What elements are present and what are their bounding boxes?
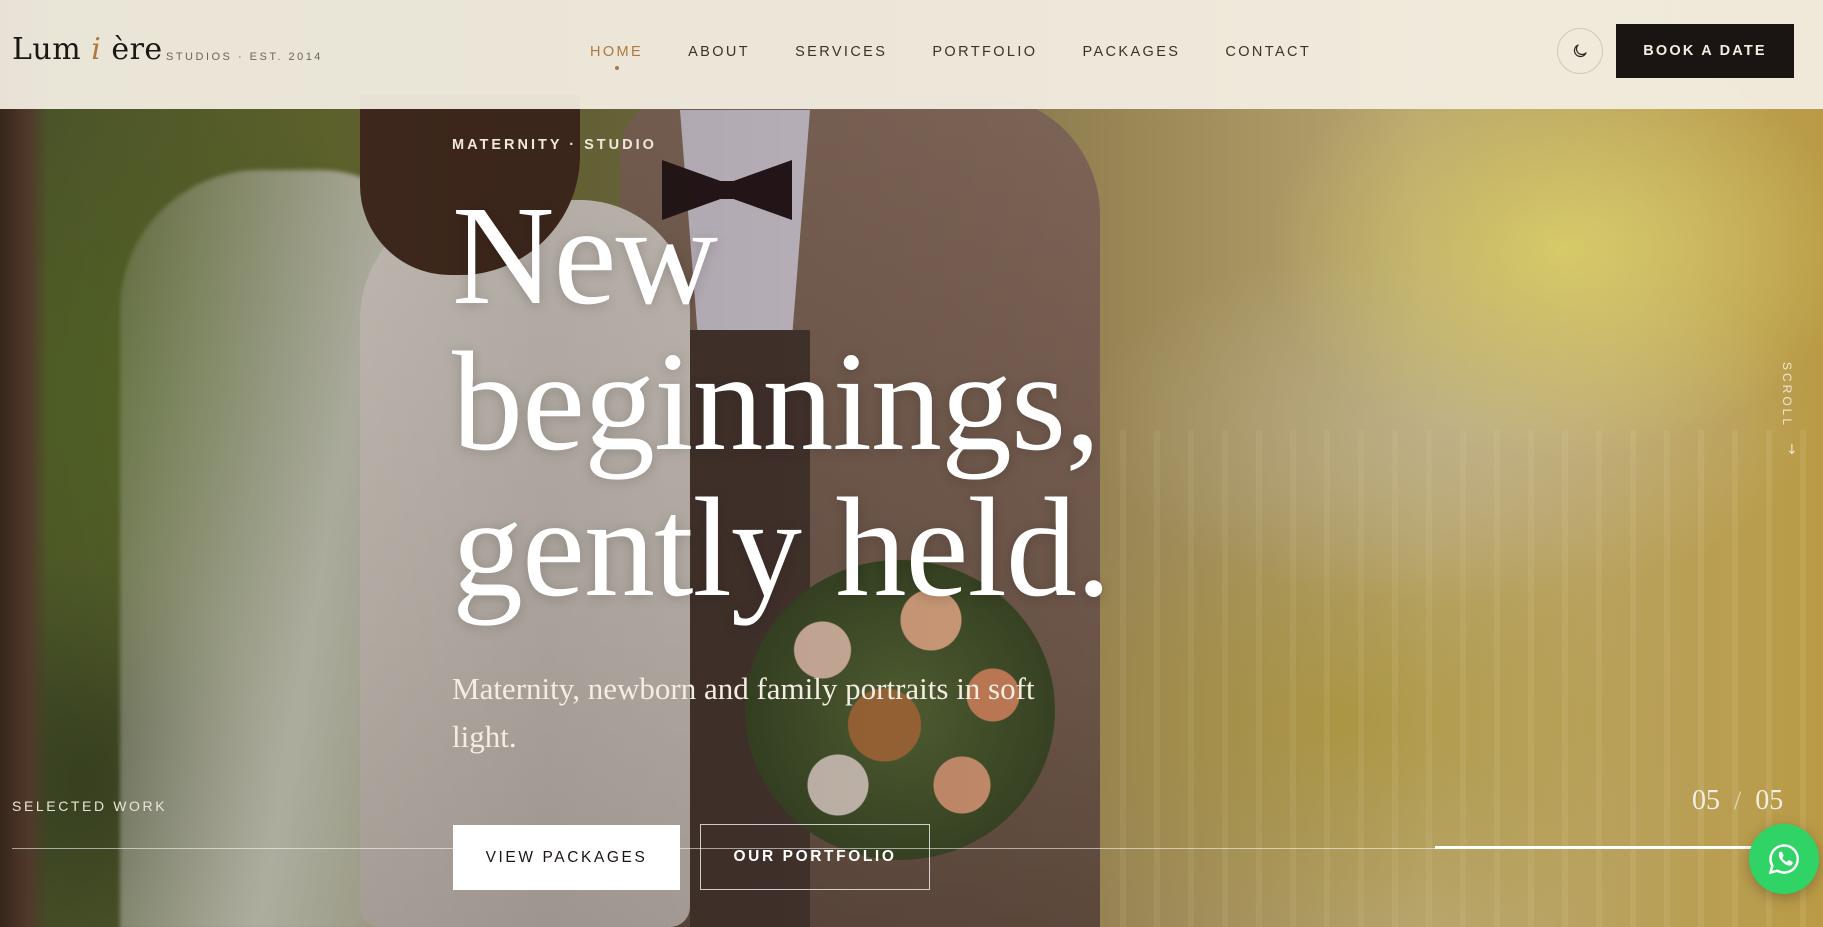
nav-item-home[interactable]: HOME: [590, 44, 643, 60]
view-packages-button[interactable]: VIEW PACKAGES: [453, 825, 680, 890]
headline-line-1: New: [452, 176, 718, 334]
whatsapp-button[interactable]: [1749, 824, 1819, 894]
slide-total: 05: [1755, 785, 1784, 816]
headline-line-2: beginnings,: [452, 322, 1101, 480]
logo-text-start: Lum: [12, 32, 82, 67]
site-header: Lum i ère STUDIOS · EST. 2014 HOME ABOUT…: [0, 0, 1823, 109]
nav-item-about[interactable]: ABOUT: [688, 44, 750, 60]
hero-eyebrow: MATERNITY · STUDIO: [452, 137, 657, 153]
scroll-hint: SCROLL: [1780, 362, 1794, 429]
hero-headline: New beginnings, gently held.: [452, 176, 1111, 626]
moon-icon: [1573, 44, 1587, 58]
our-portfolio-button[interactable]: OUR PORTFOLIO: [700, 824, 930, 890]
logo-text-end: ère: [111, 32, 163, 67]
slide-progress-fill: [1435, 846, 1791, 849]
arrow-down-icon: ↓: [1786, 442, 1798, 458]
nav-item-packages[interactable]: PACKAGES: [1082, 44, 1180, 60]
book-date-button[interactable]: BOOK A DATE: [1616, 24, 1794, 78]
nav-item-contact[interactable]: CONTACT: [1225, 44, 1311, 60]
logo-text-mid: i: [91, 32, 102, 67]
hero-subtitle: Maternity, newborn and family portraits …: [452, 671, 1035, 754]
theme-toggle-button[interactable]: [1557, 28, 1603, 74]
slide-progress-track: [1435, 846, 1791, 849]
whatsapp-icon: [1768, 844, 1799, 875]
slide-counter: 05 / 05: [1692, 785, 1783, 817]
selected-work-label: SELECTED WORK: [12, 798, 168, 814]
slide-separator: /: [1734, 786, 1742, 815]
nav-item-services[interactable]: SERVICES: [795, 44, 887, 60]
logo-tagline: STUDIOS · EST. 2014: [166, 51, 323, 63]
nav-item-portfolio[interactable]: PORTFOLIO: [932, 44, 1037, 60]
slide-current: 05: [1692, 785, 1720, 816]
main-nav: HOME ABOUT SERVICES PORTFOLIO PACKAGES C…: [590, 44, 1356, 60]
headline-line-3: gently held.: [452, 468, 1111, 626]
site-logo[interactable]: Lum i ère: [12, 32, 163, 67]
